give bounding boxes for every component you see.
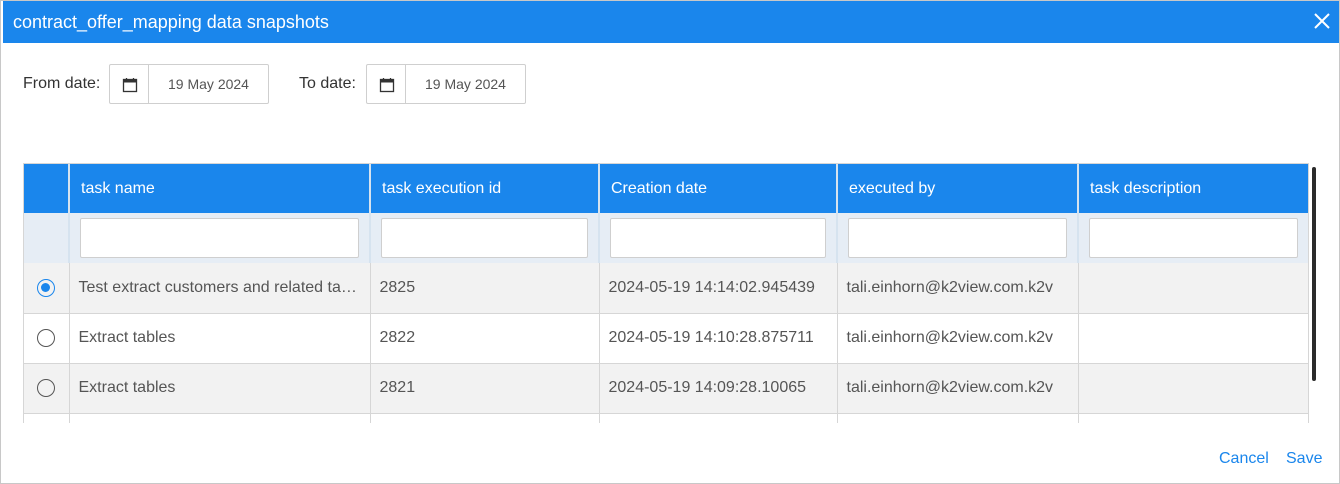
- table-row[interactable]: Extract tables 2821 2024-05-19 14:09:28.…: [24, 363, 1308, 414]
- to-date-field[interactable]: 19 May 2024: [406, 64, 526, 104]
- task-description-cell: [1078, 413, 1308, 423]
- filter-cell: [837, 213, 1079, 263]
- task-name-cell: Test extract customers and related table…: [69, 263, 371, 314]
- executed-by-cell: tali.einhorn@k2view.com.k2v: [837, 263, 1079, 314]
- table-row[interactable]: [24, 413, 1308, 423]
- task-description-cell: [1078, 363, 1308, 414]
- column-header-creation-date[interactable]: Creation date: [599, 164, 838, 213]
- table-row[interactable]: Test extract customers and related table…: [24, 263, 1308, 314]
- to-date-label: To date:: [299, 75, 356, 92]
- task-description-filter-input[interactable]: [1089, 218, 1298, 258]
- column-header-executed-by[interactable]: executed by: [837, 164, 1079, 213]
- row-radio-button[interactable]: [37, 328, 56, 347]
- filter-cell-empty: [24, 213, 70, 263]
- filter-cell: [599, 213, 838, 263]
- table-scrollbar[interactable]: [1312, 167, 1316, 381]
- column-header-task-name[interactable]: task name: [69, 164, 371, 213]
- table-row[interactable]: Extract tables 2822 2024-05-19 14:10:28.…: [24, 313, 1308, 364]
- dialog-titlebar: contract_offer_mapping data snapshots: [3, 1, 1339, 43]
- column-header-task-description[interactable]: task description: [1078, 164, 1308, 213]
- select-column-header: [24, 164, 70, 213]
- cancel-button[interactable]: Cancel: [1219, 450, 1269, 468]
- creation-date-cell: 2024-05-19 14:10:28.875711: [599, 313, 838, 364]
- close-icon[interactable]: [1311, 10, 1333, 32]
- row-radio-button[interactable]: [37, 278, 56, 297]
- row-radio-button[interactable]: [37, 378, 56, 397]
- row-select-cell: [24, 413, 70, 423]
- creation-date-cell: [599, 413, 838, 423]
- row-select-cell: [24, 363, 70, 414]
- task-name-cell: Extract tables: [69, 363, 371, 414]
- task-name-cell: [69, 413, 371, 423]
- task-description-cell: [1078, 313, 1308, 364]
- to-date-calendar-button[interactable]: [366, 64, 406, 104]
- snapshot-dialog: contract_offer_mapping data snapshots Fr…: [0, 0, 1340, 484]
- from-date-label: From date:: [23, 75, 101, 92]
- dialog-title: contract_offer_mapping data snapshots: [13, 12, 329, 32]
- save-button[interactable]: Save: [1286, 450, 1322, 468]
- from-date-calendar-button[interactable]: [109, 64, 149, 104]
- snapshots-table: task name task execution id Creation dat…: [23, 163, 1309, 423]
- executed-by-filter-input[interactable]: [848, 218, 1067, 258]
- from-date-field[interactable]: 19 May 2024: [149, 64, 269, 104]
- task-execution-id-cell: 2822: [370, 313, 600, 364]
- task-name-cell: Extract tables: [69, 313, 371, 364]
- column-filter-row: [24, 213, 1308, 263]
- filter-cell: [370, 213, 600, 263]
- row-select-cell: [24, 313, 70, 364]
- creation-date-filter-input[interactable]: [610, 218, 826, 258]
- calendar-icon: [122, 78, 138, 93]
- task-execution-id-cell: [370, 413, 600, 423]
- filter-cell: [69, 213, 371, 263]
- row-select-cell: [24, 263, 70, 314]
- calendar-icon: [379, 78, 395, 93]
- filter-cell: [1078, 213, 1308, 263]
- executed-by-cell: tali.einhorn@k2view.com.k2v: [837, 313, 1079, 364]
- executed-by-cell: [837, 413, 1079, 423]
- task-execution-id-filter-input[interactable]: [381, 218, 588, 258]
- task-execution-id-cell: 2825: [370, 263, 600, 314]
- task-execution-id-cell: 2821: [370, 363, 600, 414]
- creation-date-cell: 2024-05-19 14:09:28.10065: [599, 363, 838, 414]
- executed-by-cell: tali.einhorn@k2view.com.k2v: [837, 363, 1079, 414]
- table-header-row: task name task execution id Creation dat…: [24, 164, 1308, 213]
- task-name-filter-input[interactable]: [80, 218, 359, 258]
- creation-date-cell: 2024-05-19 14:14:02.945439: [599, 263, 838, 314]
- task-description-cell: [1078, 263, 1308, 314]
- column-header-task-execution-id[interactable]: task execution id: [370, 164, 600, 213]
